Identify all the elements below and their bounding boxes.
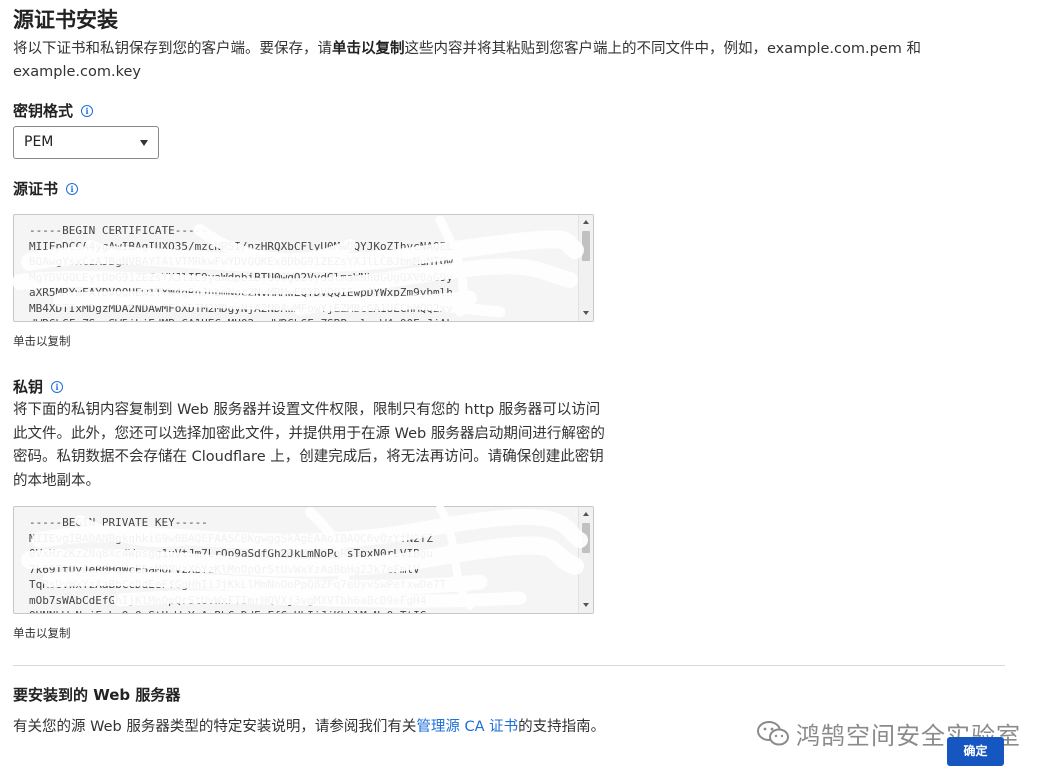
private-key-content: -----BEGIN PRIVATE KEY----- MIIEvgIBADAN… [29,516,447,613]
scroll-down-icon[interactable] [583,603,589,607]
section-divider [13,665,1005,666]
certificate-copy-hint[interactable]: 单击以复制 [13,333,71,349]
certificate-textarea[interactable]: -----BEGIN CERTIFICATE----- MIIEpDCCA4yg… [13,214,594,322]
install-guide-text-end: 的支持指南。 [518,719,606,735]
intro-text-start: 将以下证书和私钥保存到您的客户端。要保存，请 [13,41,332,57]
info-icon[interactable]: i [66,182,79,195]
scroll-thumb[interactable] [582,523,590,553]
certificate-label: 源证书 i [13,178,79,199]
info-icon[interactable]: i [81,104,94,117]
key-format-select[interactable]: PEM [13,126,159,159]
key-format-selected-value: PEM [24,134,54,150]
manage-origin-ca-link[interactable]: 管理源 CA 证书 [416,719,518,735]
install-guide-text-start: 有关您的源 Web 服务器类型的特定安装说明，请参阅我们有关 [13,719,417,735]
private-key-description: 将下面的私钥内容复制到 Web 服务器并设置文件权限，限制只有您的 http 服… [13,402,605,489]
certificate-label-text: 源证书 [13,180,59,198]
certificate-content: -----BEGIN CERTIFICATE----- MIIEpDCCA4yg… [29,224,453,321]
intro-text: 将以下证书和私钥保存到您的客户端。要保存，请单击以复制这些内容并将其粘贴到您客户… [13,38,1003,84]
key-format-label-text: 密钥格式 [13,102,74,120]
key-format-label: 密钥格式 i [13,100,94,121]
certificate-scrollbar[interactable] [578,215,593,321]
scroll-down-icon[interactable] [583,311,589,315]
scroll-up-icon[interactable] [583,512,589,516]
intro-text-bold: 单击以复制 [332,41,405,57]
wechat-icon [756,720,790,748]
private-key-copy-hint[interactable]: 单击以复制 [13,625,71,641]
install-guide-text: 有关您的源 Web 服务器类型的特定安装说明，请参阅我们有关管理源 CA 证书的… [13,715,605,736]
info-icon[interactable]: i [51,380,64,393]
chevron-down-icon [140,140,148,146]
install-section-title: 要安装到的 Web 服务器 [13,686,181,704]
private-key-textarea[interactable]: -----BEGIN PRIVATE KEY----- MIIEvgIBADAN… [13,506,594,614]
private-key-label-text: 私钥 [13,378,44,396]
scroll-up-icon[interactable] [583,220,589,224]
scroll-thumb[interactable] [582,231,590,261]
confirm-button[interactable]: 确定 [947,737,1004,766]
private-key-label: 私钥 i [13,376,64,397]
private-key-scrollbar[interactable] [578,507,593,613]
page-title: 源证书安装 [13,8,118,32]
